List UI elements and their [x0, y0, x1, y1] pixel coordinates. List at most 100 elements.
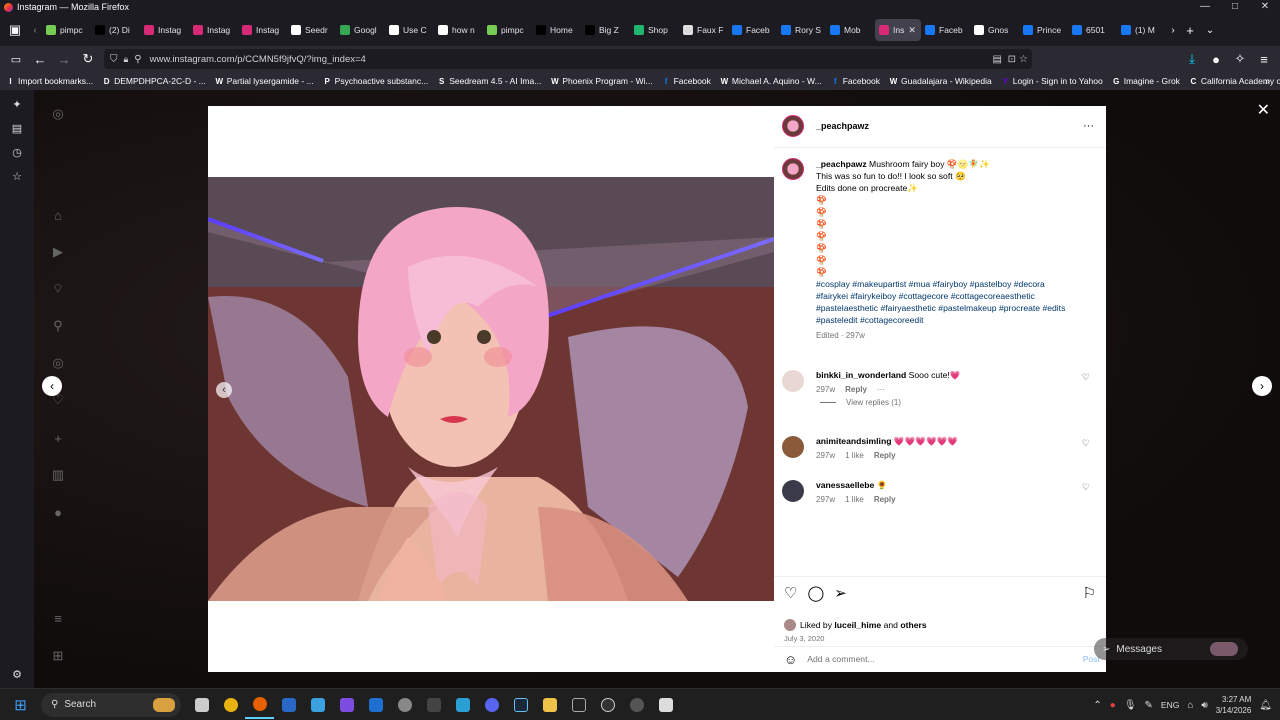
browser-tab[interactable]: Big Z	[581, 19, 630, 41]
browser-tab[interactable]: Seedr	[287, 19, 336, 41]
browser-tab[interactable]: Faceb	[921, 19, 970, 41]
browser-tab[interactable]: pimpc	[42, 19, 91, 41]
bookmark-item[interactable]: G Imagine - Grok	[1112, 76, 1180, 86]
next-post-button[interactable]: ›	[1252, 376, 1272, 396]
comment-icon[interactable]: ◯	[807, 584, 824, 602]
comment-username[interactable]: animiteandsimling	[816, 436, 891, 446]
caption-username[interactable]: _peachpawz	[816, 159, 867, 169]
steam-icon[interactable]	[506, 691, 535, 719]
browser-tab[interactable]: Home	[532, 19, 581, 41]
comment-username[interactable]: binkki_in_wonderland	[816, 370, 906, 380]
bookmark-item[interactable]: W Partial lysergamide - ...	[215, 76, 313, 86]
bookmarks-sidebar-icon[interactable]: ☆	[0, 164, 34, 188]
comment-avatar[interactable]	[782, 480, 804, 502]
sidebar-toggle-icon[interactable]: ▭	[4, 48, 28, 70]
comment-reply-button[interactable]: Reply	[874, 451, 896, 460]
minimize-button[interactable]: —	[1190, 0, 1220, 14]
lock-icon[interactable]: 🔒︎	[124, 54, 129, 65]
browser-tab[interactable]: Prince	[1019, 19, 1068, 41]
forward-button[interactable]: →	[52, 48, 76, 70]
close-modal-icon[interactable]: ✕	[1257, 100, 1270, 120]
language-indicator[interactable]: ENG	[1161, 700, 1179, 710]
bookmark-item[interactable]: I Import bookmarks...	[6, 76, 93, 86]
chrome-icon[interactable]	[216, 691, 245, 719]
bookmark-item[interactable]: f Facebook	[662, 76, 711, 86]
browser-tab[interactable]: Faceb	[728, 19, 777, 41]
synced-tabs-icon[interactable]: ▤	[0, 116, 34, 140]
add-comment-input[interactable]: Add a comment...	[807, 654, 874, 664]
tab-overflow-icon[interactable]: ⌄	[1200, 19, 1220, 41]
liked-by-user[interactable]: luceil_hime	[834, 620, 881, 630]
comment-likes[interactable]: 1 like	[845, 451, 864, 460]
browser-tab[interactable]: (1) M	[1117, 19, 1166, 41]
menu-icon[interactable]: ≡	[1252, 48, 1276, 70]
notifications-bell-icon[interactable]: 🔔︎	[1259, 700, 1272, 711]
comment-more-icon[interactable]: ···	[877, 385, 885, 394]
hashtags[interactable]: #cosplay #makeupartist #mua #fairyboy #p…	[816, 278, 1074, 326]
liker-avatar[interactable]	[784, 619, 796, 631]
notepad-icon[interactable]	[303, 691, 332, 719]
browser-tab[interactable]: Faux F	[679, 19, 728, 41]
network-icon[interactable]: ⌂	[1187, 700, 1193, 711]
prev-post-button[interactable]: ‹	[42, 376, 62, 396]
new-tab-button[interactable]: +	[1180, 19, 1200, 41]
bookmark-item[interactable]: f Facebook	[831, 76, 880, 86]
comment-likes[interactable]: 1 like	[845, 495, 864, 504]
browser-tab[interactable]: 6501	[1068, 19, 1117, 41]
task-view-icon[interactable]	[187, 691, 216, 719]
view-replies[interactable]: View replies (1)	[820, 398, 901, 407]
post-photo[interactable]	[208, 177, 774, 601]
customize-sidebar-icon[interactable]: ⚙	[0, 662, 34, 686]
firefox-taskbar-icon[interactable]	[245, 691, 274, 719]
tracking-shield-icon[interactable]: ⛉	[110, 54, 118, 65]
comment-reply-button[interactable]: Reply	[874, 495, 896, 504]
post-options-icon[interactable]: ···	[1083, 120, 1094, 132]
audio-app-icon[interactable]	[419, 691, 448, 719]
bookmark-star-icon[interactable]: ☆	[1019, 54, 1028, 65]
microphone-icon[interactable]: 🎙︎	[1124, 700, 1137, 711]
browser-tab[interactable]: Rory S	[777, 19, 826, 41]
like-icon[interactable]: ♡	[784, 584, 797, 602]
page-permissions-icon[interactable]: ⚲	[134, 54, 141, 65]
taskbar-search[interactable]: ⚲ Search	[41, 692, 181, 717]
close-tab-icon[interactable]: ✕	[908, 25, 916, 36]
bookmark-item[interactable]: W Guadalajara - Wikipedia	[889, 76, 992, 86]
file-explorer-icon[interactable]	[535, 691, 564, 719]
browser-tab[interactable]: pimpc	[483, 19, 532, 41]
browser-tab[interactable]: Shop	[630, 19, 679, 41]
comment-avatar[interactable]	[782, 370, 804, 392]
comment-like-icon[interactable]: ♡	[1082, 372, 1090, 383]
account-icon[interactable]: ●	[1204, 48, 1228, 70]
comment-username[interactable]: vanessaellebe	[816, 480, 874, 490]
media-player-icon[interactable]	[593, 691, 622, 719]
comment-avatar[interactable]	[782, 436, 804, 458]
author-username[interactable]: _peachpawz	[816, 121, 869, 131]
photo-prev-button[interactable]: ‹	[216, 382, 232, 398]
ai-chatbot-icon[interactable]: ✦	[0, 92, 34, 116]
bookmark-item[interactable]: Y Login - Sign in to Yahoo	[1001, 76, 1103, 86]
tab-list-icon[interactable]: ▣	[2, 19, 28, 41]
tray-app-icon[interactable]: ●	[1110, 700, 1116, 711]
reload-button[interactable]: ↻	[76, 48, 100, 70]
recorder-icon[interactable]	[622, 691, 651, 719]
reader-view-icon[interactable]: ▤	[993, 54, 1002, 65]
terminal-icon[interactable]	[564, 691, 593, 719]
comment-like-icon[interactable]: ♡	[1082, 482, 1090, 493]
screenshot-icon[interactable]: ⊡	[1008, 54, 1016, 65]
visual-studio-icon[interactable]	[332, 691, 361, 719]
maximize-button[interactable]: □	[1220, 0, 1250, 14]
powershell-icon[interactable]	[274, 691, 303, 719]
browser-tab[interactable]: Instag	[189, 19, 238, 41]
bookmark-item[interactable]: W Phoenix Program - Wi...	[550, 76, 653, 86]
browser-tab[interactable]: Mob	[826, 19, 875, 41]
tabs-scroll-right-icon[interactable]: ›	[1166, 19, 1180, 41]
tray-overflow-icon[interactable]: ⌃	[1093, 700, 1101, 711]
back-button[interactable]: ←	[28, 48, 52, 70]
volume-icon[interactable]: 🔊︎	[1201, 700, 1207, 711]
browser-tab[interactable]: Ins ✕	[875, 19, 921, 41]
bookmarks-overflow-icon[interactable]: »	[1264, 76, 1270, 87]
browser-tab[interactable]: (2) Di	[91, 19, 140, 41]
url-bar[interactable]: ⛉ 🔒︎ ⚲ www.instagram.com/p/CCMN5f9jfvQ/?…	[104, 49, 1032, 69]
settings-app-icon[interactable]	[390, 691, 419, 719]
clock[interactable]: 3:27 AM 3/14/2026	[1216, 694, 1252, 716]
